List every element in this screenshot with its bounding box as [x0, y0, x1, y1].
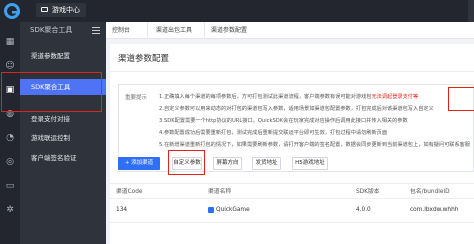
screen-orientation-button[interactable]: 屏幕方向 [213, 157, 242, 170]
breadcrumb-console[interactable]: 控制台 [112, 22, 130, 39]
breadcrumb-tool[interactable]: 渠道出包工具 [156, 22, 192, 39]
breadcrumb-current[interactable]: 渠道参数配置 [211, 22, 247, 39]
divider [110, 198, 474, 199]
h5-url-button[interactable]: H5游戏地址 [292, 157, 328, 170]
menu-icon[interactable] [92, 27, 100, 34]
quickgame-icon [208, 207, 214, 213]
divider [110, 222, 474, 223]
highlight-warning [448, 87, 474, 111]
row-sdk-version: 4.0.0 [356, 207, 371, 213]
sidebar-item-game-control[interactable]: 游戏联运控制 [20, 130, 106, 146]
highlight-sidebar [1, 72, 102, 112]
notice-line-2: 2.自定义参数可以用来动态的对打包的渠道包写入参数，适用场景如渠道包配置参数，打… [159, 106, 434, 112]
top-bar: 游戏中心 [0, 0, 474, 22]
notice-line-3: 3.SDK配置需要一个http协议的URL接口，QuickSDK会在玩家完成对应… [159, 118, 408, 124]
chat-icon[interactable]: ◔ [4, 132, 16, 144]
divider [110, 71, 474, 72]
column-header-package: 包名/bundleID [410, 189, 450, 195]
row-code: 134 [116, 207, 128, 213]
logo-icon [4, 3, 20, 19]
icon-rail: ▦ ☺ ▣ ◍ ◔ ◎ ▭ ✲ [0, 22, 20, 244]
column-header-name: 渠道名称 [208, 189, 232, 195]
breadcrumb: 控制台 渠道出包工具 渠道参数配置 [106, 22, 474, 39]
sidebar-item-sign-verify[interactable]: 客户端签名验证 [20, 150, 106, 166]
grid-icon[interactable]: ▦ [4, 36, 16, 48]
column-header-sdk-version: SDK版本 [356, 189, 380, 195]
main-panel: 渠道参数配置 重要提示 1.正确填入每个渠道的每项参数后，方可打包测试此渠道流程… [110, 44, 474, 244]
row-name: QuickGame [216, 207, 250, 213]
sidebar-title-label: SDK聚合工具 [30, 26, 73, 34]
row-package: com.lbxdw.whhh [410, 207, 459, 213]
sidebar-title: SDK聚合工具 [20, 22, 106, 39]
monitor-icon[interactable]: ▭ [4, 180, 16, 192]
app-switcher-label: 游戏中心 [52, 6, 80, 14]
add-channel-button[interactable]: + 添加渠道 [118, 157, 160, 170]
notice-line-5: 5.在新增渠道重新打包的情况下，如果需要刷新参数，请打开客户端的签名配置，数据会… [159, 142, 471, 148]
callback-url-button[interactable]: 发货地址 [252, 157, 281, 170]
notice-line-1-text: 1.正确填入每个渠道的每项参数后，方可打包测试此渠道流程，客户端参数有误可能对游… [159, 94, 372, 100]
sidebar: SDK聚合工具 渠道参数配置 SDK聚合工具 登录支付对接 游戏联运控制 客户端… [20, 22, 106, 244]
notice-warning-text: 无法调起登录支付等 [371, 94, 419, 100]
highlight-custom-params [168, 150, 205, 175]
globe-icon[interactable]: ◎ [4, 156, 16, 168]
sidebar-item-channel-params[interactable]: 渠道参数配置 [20, 48, 106, 64]
table-top-border [110, 183, 474, 184]
notice-line-1: 1.正确填入每个渠道的每项参数后，方可打包测试此渠道流程，客户端参数有误可能对游… [159, 93, 418, 100]
page-title: 渠道参数配置 [118, 54, 170, 64]
notice-line-4: 4.参数配置成功后需要重新打包，测试完成后重新提交联运平台即可生效，打包过程中请… [159, 130, 388, 136]
top-right-region [468, 0, 474, 22]
divider [147, 22, 148, 39]
settings-icon[interactable]: ✲ [4, 204, 16, 216]
notice-label: 重要提示 [125, 95, 148, 101]
app-switcher[interactable]: 游戏中心 [36, 3, 86, 17]
sidebar-item-login-pay[interactable]: 登录支付对接 [20, 111, 106, 127]
column-header-code: 渠道Code [116, 189, 143, 195]
monitor-icon [41, 7, 48, 12]
divider [204, 22, 205, 39]
user-icon[interactable]: ☺ [4, 60, 16, 72]
